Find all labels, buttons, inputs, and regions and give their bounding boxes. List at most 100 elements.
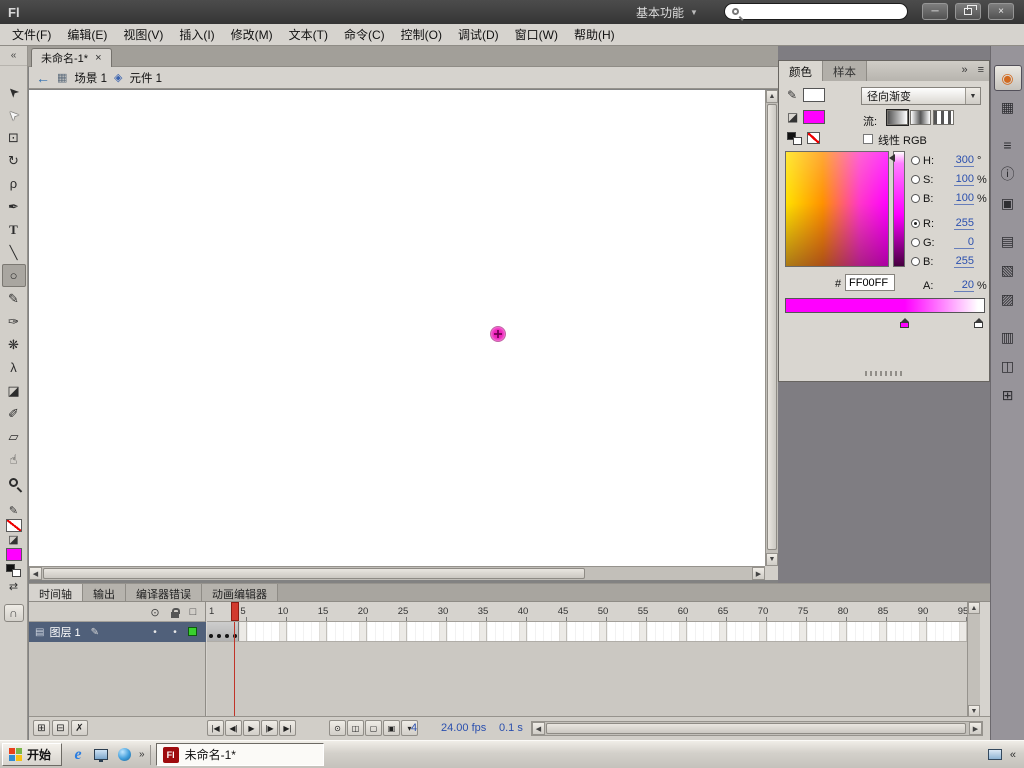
- selection-tool[interactable]: ➤: [2, 80, 26, 103]
- deco-tool[interactable]: ❋: [2, 333, 26, 356]
- new-folder-button[interactable]: ⊟: [52, 720, 69, 736]
- layer-outline-color[interactable]: [188, 627, 197, 636]
- flow-extend-button[interactable]: [886, 109, 909, 126]
- keyframe-dot[interactable]: [209, 634, 213, 638]
- goto-first-frame-button[interactable]: |◀: [207, 720, 224, 736]
- hex-input[interactable]: [845, 274, 895, 291]
- gradient-stop[interactable]: [900, 314, 910, 328]
- oval-tool[interactable]: ○: [1, 264, 26, 287]
- components-panel-icon[interactable]: ▧: [994, 257, 1022, 283]
- scroll-right-button[interactable]: ▶: [752, 567, 765, 580]
- tab-color[interactable]: 颜色: [779, 61, 823, 81]
- hue-slider[interactable]: [893, 151, 905, 267]
- radio-button[interactable]: [911, 238, 920, 247]
- eyedropper-tool[interactable]: ✐: [2, 402, 26, 425]
- blue-row[interactable]: B: 255: [911, 252, 987, 271]
- scroll-up-button[interactable]: ▲: [968, 602, 980, 614]
- hue-slider-marker[interactable]: [885, 154, 895, 162]
- color-type-dropdown[interactable]: 径向渐变 ▼: [861, 87, 981, 105]
- search-input[interactable]: [744, 5, 900, 18]
- tab-close-button[interactable]: ×: [95, 52, 101, 64]
- scroll-right-button[interactable]: ▶: [969, 722, 982, 735]
- scroll-up-button[interactable]: ▲: [766, 90, 778, 103]
- layer-frames-row[interactable]: [207, 622, 967, 642]
- gradient-circle-object[interactable]: [491, 327, 505, 341]
- tab-timeline[interactable]: 时间轴: [29, 584, 83, 601]
- taskbar-task-button[interactable]: Fl 未命名-1*: [155, 743, 324, 766]
- menu-item[interactable]: 插入(I): [171, 23, 222, 46]
- layer-lock-dot[interactable]: •: [167, 627, 183, 638]
- radio-button[interactable]: [911, 156, 920, 165]
- saturation-row[interactable]: S: 100 %: [911, 170, 987, 189]
- menu-item[interactable]: 编辑(E): [59, 23, 115, 46]
- horizontal-scrollbar[interactable]: ◀ ▶: [29, 566, 765, 580]
- radio-button[interactable]: [911, 219, 920, 228]
- free-transform-tool[interactable]: ⊡: [2, 126, 26, 149]
- breadcrumb-symbol[interactable]: 元件 1: [129, 70, 162, 86]
- panel-collapse-button[interactable]: »: [956, 61, 972, 81]
- keyframe-dot[interactable]: [225, 634, 229, 638]
- scroll-down-button[interactable]: ▼: [766, 553, 778, 566]
- frames-area[interactable]: 1 5 10 15 20 25 30 35 40 45 50 55 60 65 70 75 80 85 90 95: [207, 602, 967, 717]
- document-tab[interactable]: 未命名-1* ×: [31, 48, 112, 67]
- line-tool[interactable]: ╲: [2, 241, 26, 264]
- menu-item[interactable]: 命令(C): [336, 23, 393, 46]
- elapsed-time-value[interactable]: 0.1 s: [499, 722, 523, 734]
- step-forward-button[interactable]: |▶: [261, 720, 278, 736]
- scroll-left-button[interactable]: ◀: [532, 722, 545, 735]
- back-button[interactable]: ←: [36, 71, 50, 85]
- gradient-stop[interactable]: [974, 314, 984, 328]
- brush-tool[interactable]: ✑: [2, 310, 26, 333]
- quick-launch-expand[interactable]: »: [139, 749, 145, 760]
- zoom-tool[interactable]: [2, 471, 26, 494]
- onion-skin-outlines-button[interactable]: ▢: [365, 720, 382, 736]
- restore-button[interactable]: [955, 3, 981, 20]
- step-back-button[interactable]: ◀|: [225, 720, 242, 736]
- close-button[interactable]: ×: [988, 3, 1014, 20]
- minimize-button[interactable]: ─: [922, 3, 948, 20]
- show-hide-column-icon[interactable]: ⊙: [147, 606, 163, 619]
- menu-item[interactable]: 帮助(H): [566, 23, 623, 46]
- stroke-color-swatch[interactable]: [5, 519, 22, 532]
- browser-icon[interactable]: e: [68, 745, 88, 765]
- frame-rate-value[interactable]: 24.00 fps: [441, 722, 486, 734]
- color-panel-icon[interactable]: ◉: [993, 65, 1022, 91]
- default-colors-button[interactable]: [6, 564, 21, 577]
- goto-last-frame-button[interactable]: ▶|: [279, 720, 296, 736]
- start-button[interactable]: 开始: [2, 743, 63, 766]
- breadcrumb-scene[interactable]: 场景 1: [74, 70, 107, 86]
- snap-to-objects-button[interactable]: ∩: [3, 604, 24, 622]
- tray-collapse-button[interactable]: «: [1010, 749, 1016, 761]
- horizontal-scroll-thumb[interactable]: [43, 568, 585, 579]
- swatches-panel-icon[interactable]: ▦: [994, 94, 1022, 120]
- transform-panel-icon[interactable]: ▣: [994, 190, 1022, 216]
- green-row[interactable]: G: 0: [911, 233, 987, 252]
- menu-item[interactable]: 文本(T): [281, 23, 336, 46]
- saturation-brightness-field[interactable]: [785, 151, 889, 267]
- vertical-scroll-thumb[interactable]: [767, 104, 777, 550]
- stroke-color-swatch[interactable]: [803, 88, 825, 102]
- workspace-switcher[interactable]: 基本功能 ▼: [636, 4, 698, 21]
- flow-repeat-button[interactable]: [933, 110, 954, 125]
- menu-item[interactable]: 修改(M): [223, 23, 281, 46]
- alpha-row[interactable]: A: 20 %: [911, 276, 987, 295]
- text-tool[interactable]: T: [2, 218, 26, 241]
- keyframe-dot[interactable]: [217, 634, 221, 638]
- library-panel-icon[interactable]: ▥: [994, 324, 1022, 350]
- motion-presets-panel-icon[interactable]: ▨: [994, 286, 1022, 312]
- swap-colors-button[interactable]: ⇄: [9, 580, 18, 593]
- timeline-scroll-thumb[interactable]: [546, 723, 966, 734]
- search-box[interactable]: [724, 3, 908, 20]
- vertical-scrollbar[interactable]: ▲ ▼: [765, 90, 778, 566]
- display-tray-icon[interactable]: [987, 749, 1002, 760]
- fill-color-swatch[interactable]: [5, 548, 22, 561]
- timeline-horizontal-scrollbar[interactable]: ◀ ▶: [531, 721, 983, 736]
- pen-tool[interactable]: ✒: [2, 195, 26, 218]
- stage-canvas[interactable]: [29, 90, 765, 566]
- code-snippets-panel-icon[interactable]: ▤: [994, 228, 1022, 254]
- hue-row[interactable]: H: 300 °: [911, 151, 987, 170]
- playhead-handle[interactable]: [231, 602, 239, 621]
- onion-skin-button[interactable]: ◫: [347, 720, 364, 736]
- 3d-rotation-tool[interactable]: ↻: [2, 149, 26, 172]
- pencil-tool[interactable]: ✎: [2, 287, 26, 310]
